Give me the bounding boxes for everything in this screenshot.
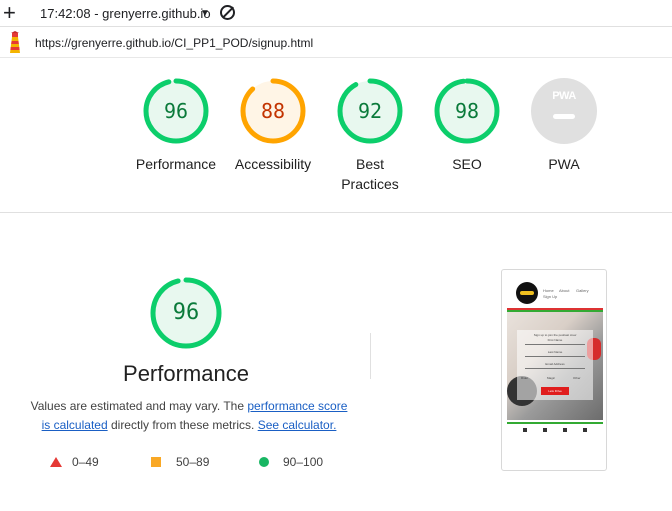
legend-fail-range: 0–49 bbox=[72, 455, 99, 469]
seo-label: SEO bbox=[452, 156, 482, 172]
performance-score-value: 96 bbox=[163, 99, 189, 123]
gauge-seo[interactable]: 98 SEO bbox=[412, 78, 522, 174]
thumb-input-line bbox=[525, 353, 585, 357]
best-practices-score-ring: 92 bbox=[337, 78, 403, 144]
thumb-facebook-icon bbox=[523, 428, 527, 432]
best-practices-label: Best Practices bbox=[341, 156, 399, 192]
site-logo-icon bbox=[516, 282, 538, 304]
thumb-nav-about: About bbox=[559, 288, 570, 293]
performance-detail-ring: 96 bbox=[149, 276, 223, 350]
thumb-choice-magic: Magic bbox=[547, 376, 556, 380]
page-url[interactable]: https://grenyerre.github.io/CI_PP1_POD/s… bbox=[35, 36, 313, 50]
accessibility-score-value: 88 bbox=[260, 99, 286, 123]
new-tab-plus-icon[interactable]: + bbox=[3, 1, 16, 25]
performance-detail-title: Performance bbox=[123, 361, 249, 386]
block-icon[interactable] bbox=[220, 5, 235, 20]
thumb-choice-other: Other bbox=[573, 376, 581, 380]
is-calculated-link[interactable]: is calculated bbox=[42, 418, 108, 432]
thumb-instagram-icon bbox=[583, 428, 587, 432]
gauge-accessibility[interactable]: 88 Accessibility bbox=[218, 78, 328, 174]
thumb-youtube-icon bbox=[563, 428, 567, 432]
performance-score-link[interactable]: performance score bbox=[247, 399, 347, 413]
gauge-best-practices[interactable]: 92 Best Practices bbox=[315, 78, 425, 194]
seo-score-value: 98 bbox=[454, 99, 480, 123]
gauge-pwa[interactable]: PWA PWA bbox=[509, 78, 619, 174]
best-practices-score-value: 92 bbox=[357, 99, 383, 123]
thumb-signup-form: Sign up to join the podcast crew First N… bbox=[517, 330, 593, 400]
performance-detail-score: 96 bbox=[172, 300, 200, 325]
gauge-performance[interactable]: 96 Performance bbox=[121, 78, 231, 174]
orange-square-icon bbox=[151, 457, 161, 467]
thumb-footer-stripe bbox=[507, 422, 603, 424]
performance-score-ring: 96 bbox=[143, 78, 209, 144]
red-triangle-icon bbox=[50, 457, 62, 467]
pwa-badge-icon: PWA bbox=[531, 78, 597, 144]
lighthouse-icon bbox=[10, 31, 20, 53]
report-timestamp: 17:42:08 - grenyerre.github.io bbox=[40, 6, 211, 21]
thumb-nav-home: Home bbox=[543, 288, 554, 293]
performance-label: Performance bbox=[135, 156, 217, 172]
thumb-form-heading: Sign up to join the podcast crew bbox=[533, 333, 577, 337]
pwa-label: PWA bbox=[548, 156, 580, 172]
top-toolbar: + 17:42:08 - grenyerre.github.io ▼ bbox=[0, 0, 672, 27]
description-prefix: Values are estimated and may vary. The bbox=[30, 399, 248, 413]
legend-average-range: 50–89 bbox=[176, 455, 210, 469]
vertical-separator bbox=[370, 333, 371, 379]
see-calculator-link[interactable]: See calculator. bbox=[258, 418, 337, 432]
accessibility-score-ring: 88 bbox=[240, 78, 306, 144]
thumb-submit-button: Lets Drive bbox=[541, 387, 569, 395]
performance-description: Values are estimated and may vary. The p… bbox=[24, 397, 354, 435]
thumb-input-line bbox=[525, 365, 585, 369]
seo-score-ring: 98 bbox=[434, 78, 500, 144]
url-bar: https://grenyerre.github.io/CI_PP1_POD/s… bbox=[0, 28, 672, 58]
chevron-down-icon[interactable]: ▼ bbox=[200, 8, 210, 19]
final-screenshot-thumbnail[interactable]: Home About Gallery Sign Up Sign up to jo… bbox=[501, 269, 607, 471]
accessibility-label: Accessibility bbox=[234, 156, 312, 172]
thumb-hero-image: Sign up to join the podcast crew First N… bbox=[507, 312, 603, 420]
pwa-dash-icon bbox=[553, 114, 575, 119]
section-divider bbox=[0, 212, 672, 213]
description-middle: directly from these metrics. bbox=[107, 418, 258, 432]
pwa-badge-text: PWA bbox=[552, 90, 576, 102]
legend-pass-range: 90–100 bbox=[283, 455, 324, 469]
thumb-input-line bbox=[525, 341, 585, 345]
green-circle-icon bbox=[259, 457, 269, 467]
thumb-nav-gallery: Gallery bbox=[576, 288, 589, 293]
thumb-choice-rider: Rider bbox=[521, 376, 529, 380]
thumb-nav-signup: Sign Up bbox=[543, 294, 558, 299]
thumb-twitter-icon bbox=[543, 428, 547, 432]
thumb-submit-label: Lets Drive bbox=[548, 389, 562, 393]
